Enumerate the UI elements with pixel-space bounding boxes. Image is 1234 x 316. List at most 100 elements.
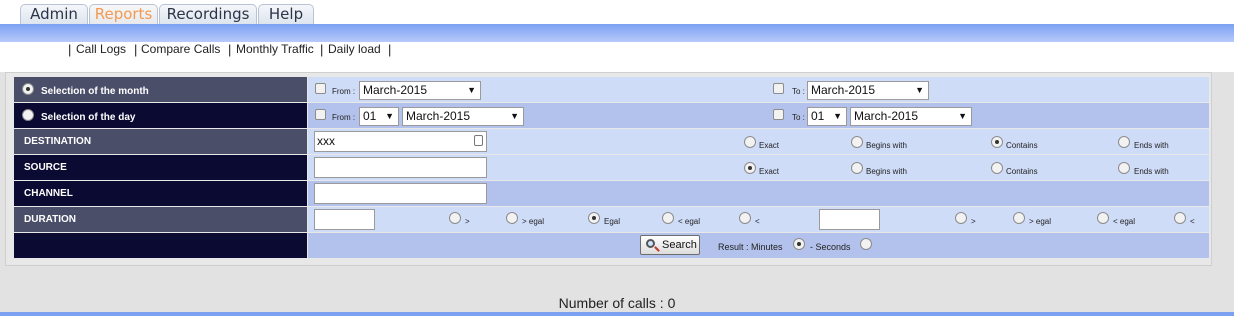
month-to-checkbox[interactable]	[773, 83, 784, 94]
row-month: Selection of the month From : March-2015…	[14, 77, 1209, 103]
duration-min-input[interactable]	[314, 209, 375, 230]
link-compare-calls[interactable]: Compare Calls	[141, 42, 220, 56]
duration1-lte-radio[interactable]	[662, 212, 674, 224]
source-ends-radio[interactable]	[1118, 162, 1130, 174]
day-to-label: To :	[792, 113, 805, 122]
destination-ends-radio[interactable]	[1118, 136, 1130, 148]
row-source: SOURCE Exact Begins with Contains Ends w…	[14, 155, 1209, 181]
dropdown-arrow-icon: ▼	[467, 85, 476, 95]
source-contains-radio[interactable]	[991, 162, 1003, 174]
day-from-month-select[interactable]: March-2015 ▼	[402, 107, 524, 126]
separator: |	[388, 42, 392, 57]
source-input[interactable]	[314, 157, 487, 178]
destination-begins-radio[interactable]	[851, 136, 863, 148]
duration-max-input[interactable]	[819, 209, 880, 230]
day-label: Selection of the day	[14, 103, 307, 128]
duration-label: DURATION	[14, 207, 307, 232]
month-from-value: March-2015	[363, 83, 428, 97]
day-to-month-select[interactable]: March-2015 ▼	[850, 107, 972, 126]
duration2-gte-label: > egal	[1029, 217, 1052, 226]
day-from-label: From :	[332, 113, 356, 122]
destination-exact-radio[interactable]	[744, 136, 756, 148]
destination-contains-label: Contains	[1006, 141, 1038, 150]
destination-exact-label: Exact	[759, 141, 780, 150]
day-to-day-select[interactable]: 01 ▼	[807, 107, 847, 126]
row-channel: CHANNEL	[14, 181, 1209, 207]
search-content: Search Result : Minutes - Seconds	[308, 233, 1209, 258]
day-from-month-value: March-2015	[406, 109, 471, 123]
dropdown-arrow-icon: ▼	[385, 111, 394, 121]
duration1-eq-label: Egal	[604, 217, 621, 226]
top-tabs: Admin Reports Recordings Help	[0, 0, 1234, 24]
link-daily-load[interactable]: Daily load	[328, 42, 381, 56]
duration-content: > > egal Egal < egal < > > egal < egal <	[308, 207, 1209, 232]
keyboard-icon	[474, 135, 483, 146]
duration2-lte-label: < egal	[1113, 217, 1136, 226]
duration1-lt-label: <	[755, 217, 760, 226]
duration2-gt-radio[interactable]	[955, 212, 967, 224]
dropdown-arrow-icon: ▼	[958, 111, 967, 121]
dropdown-arrow-icon: ▼	[510, 111, 519, 121]
day-to-day-value: 01	[811, 109, 825, 123]
search-button[interactable]: Search	[640, 235, 700, 255]
separator: |	[320, 42, 324, 57]
search-icon	[646, 239, 655, 248]
duration1-gt-label: >	[465, 217, 470, 226]
link-monthly-traffic[interactable]: Monthly Traffic	[236, 42, 314, 56]
tab-admin[interactable]: Admin	[20, 4, 88, 24]
day-radio[interactable]	[22, 109, 34, 121]
seconds-radio[interactable]	[860, 238, 872, 250]
duration1-eq-radio[interactable]	[588, 212, 600, 224]
row-day: Selection of the day From : 01 ▼ March-20…	[14, 103, 1209, 129]
duration1-gte-radio[interactable]	[506, 212, 518, 224]
row-duration: DURATION > > egal Egal < egal < > > egal…	[14, 207, 1209, 233]
search-button-label: Search	[662, 239, 697, 251]
calls-count: Number of calls : 0	[558, 295, 676, 311]
destination-begins-label: Begins with	[866, 141, 907, 150]
dropdown-arrow-icon: ▼	[915, 85, 924, 95]
tab-reports[interactable]: Reports	[89, 4, 158, 24]
day-from-checkbox[interactable]	[315, 109, 326, 120]
sub-navigation: | Call Logs | Compare Calls | Monthly Tr…	[0, 42, 1234, 72]
search-row-label	[14, 233, 307, 258]
duration1-gte-label: > egal	[522, 217, 545, 226]
seconds-label: - Seconds	[810, 242, 851, 252]
month-radio[interactable]	[22, 83, 34, 95]
day-to-checkbox[interactable]	[773, 109, 784, 120]
link-call-logs[interactable]: Call Logs	[76, 42, 126, 56]
dropdown-arrow-icon: ▼	[833, 111, 842, 121]
destination-ends-label: Ends with	[1134, 141, 1169, 150]
minutes-radio[interactable]	[793, 238, 805, 250]
month-to-label: To :	[792, 87, 805, 96]
source-content: Exact Begins with Contains Ends with	[308, 155, 1209, 180]
day-from-day-value: 01	[363, 109, 377, 123]
month-to-select[interactable]: March-2015 ▼	[807, 81, 929, 100]
month-from-label: From :	[332, 87, 356, 96]
destination-input[interactable]: xxx	[314, 131, 487, 152]
day-label-text: Selection of the day	[41, 112, 136, 123]
tab-help[interactable]: Help	[258, 4, 314, 24]
day-from-day-select[interactable]: 01 ▼	[359, 107, 399, 126]
channel-input[interactable]	[314, 183, 487, 204]
filter-panel: Selection of the month From : March-2015…	[5, 72, 1212, 266]
source-contains-label: Contains	[1006, 167, 1038, 176]
separator: |	[228, 42, 232, 57]
duration1-lt-radio[interactable]	[739, 212, 751, 224]
source-begins-label: Begins with	[866, 167, 907, 176]
source-exact-radio[interactable]	[744, 162, 756, 174]
source-begins-radio[interactable]	[851, 162, 863, 174]
duration2-lt-radio[interactable]	[1174, 212, 1186, 224]
day-to-month-value: March-2015	[854, 109, 919, 123]
destination-contains-radio[interactable]	[991, 136, 1003, 148]
row-search: Search Result : Minutes - Seconds	[14, 233, 1209, 259]
duration1-gt-radio[interactable]	[449, 212, 461, 224]
duration2-gte-radio[interactable]	[1013, 212, 1025, 224]
month-from-checkbox[interactable]	[315, 83, 326, 94]
duration1-lte-label: < egal	[678, 217, 701, 226]
duration2-lte-radio[interactable]	[1097, 212, 1109, 224]
tab-recordings[interactable]: Recordings	[159, 4, 257, 24]
day-content: From : 01 ▼ March-2015 ▼ To : 01 ▼ March-20…	[308, 103, 1209, 128]
month-from-select[interactable]: March-2015 ▼	[359, 81, 481, 100]
destination-content: xxx Exact Begins with Contains Ends with	[308, 129, 1209, 154]
channel-content	[308, 181, 1209, 206]
